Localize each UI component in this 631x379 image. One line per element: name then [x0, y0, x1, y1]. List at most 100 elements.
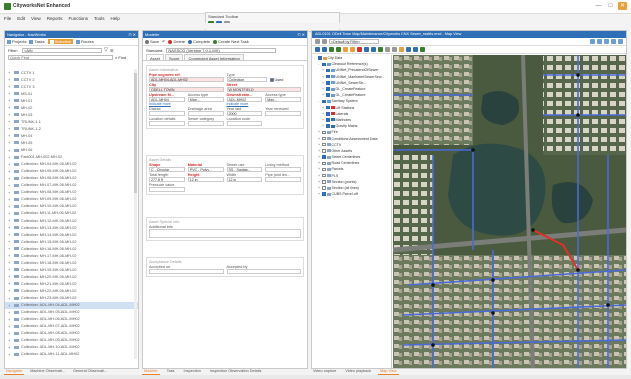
layer-checkbox[interactable] [326, 87, 330, 91]
expand-icon[interactable]: + [8, 140, 12, 145]
tab-selection[interactable]: Selection [47, 39, 74, 44]
find-icon[interactable] [371, 47, 376, 52]
undo-button[interactable]: ↶ [162, 39, 165, 44]
edit-icon[interactable] [399, 47, 404, 52]
scrollbar-thumb[interactable] [134, 73, 137, 193]
expand-icon[interactable]: + [318, 130, 321, 134]
tree-item[interactable]: + Collection: ADL-MH-06-ADL-MH02 [5, 316, 138, 323]
expand-icon[interactable]: - [314, 56, 317, 60]
expand-icon[interactable]: + [8, 260, 12, 265]
layer-checkbox[interactable] [322, 142, 326, 147]
tree-item[interactable]: + Collection: MH-16-MH-06-MH-02 [5, 245, 138, 252]
expand-icon[interactable]: + [8, 119, 12, 124]
expand-icon[interactable]: + [318, 143, 321, 147]
location-code-input[interactable] [226, 121, 263, 126]
tree-item[interactable]: + Collection: MH-22-MH-06-MH-02 [5, 287, 138, 294]
bookmark-icon[interactable] [604, 39, 609, 44]
manhole[interactable] [576, 268, 580, 272]
tree-item[interactable]: + CCTV 3 [5, 83, 138, 90]
filter-select[interactable]: <All> [22, 47, 102, 53]
expand-icon[interactable]: + [322, 124, 325, 128]
expand-icon[interactable]: + [8, 225, 12, 230]
tree-item[interactable]: + Collection: ADL-MH-07-ADL-MH02 [5, 323, 138, 330]
pressure-input[interactable] [149, 187, 185, 192]
menu-file[interactable]: File [4, 16, 11, 21]
layer-checkbox[interactable] [326, 105, 330, 110]
expand-icon[interactable]: + [8, 288, 12, 293]
minimize-button[interactable]: — [594, 2, 603, 10]
expand-icon[interactable]: + [322, 118, 325, 122]
expand-icon[interactable]: + [322, 81, 325, 85]
layer-filter-select[interactable]: <Default by Filter> [329, 39, 379, 44]
tree-item[interactable]: + CCTV 2 [5, 76, 138, 83]
manhole[interactable] [471, 148, 475, 152]
tree-item[interactable]: + MH-06 [5, 147, 138, 154]
tree-item[interactable]: + Collection: MH-06-MH-06-MH-02 [5, 175, 138, 182]
tree-item[interactable]: + Collection: MH-14-MH-06-MH-02 [5, 231, 138, 238]
tree-item[interactable]: + MS-01 [5, 90, 138, 97]
manhole[interactable] [491, 311, 495, 315]
location-details-input[interactable] [149, 121, 185, 126]
photo-icon[interactable] [420, 47, 425, 52]
expand-icon[interactable]: + [8, 310, 12, 315]
layer-checkbox[interactable] [322, 173, 326, 178]
tree-item[interactable]: + Collection: MH-20-MH-06-MH-02 [5, 273, 138, 280]
expand-icon[interactable]: + [8, 253, 12, 258]
tree-item[interactable]: + MH-01 [5, 97, 138, 104]
tree-item[interactable]: + TRUNK-1-1 [5, 118, 138, 125]
aerial-map[interactable] [393, 55, 626, 368]
expand-icon[interactable]: + [8, 91, 12, 96]
sewer-use-select[interactable]: SS - Sanitar... [226, 167, 263, 172]
tab-tasks[interactable]: Tasks [29, 39, 45, 44]
expand-icon[interactable]: + [322, 68, 325, 72]
expand-icon[interactable]: + [8, 190, 12, 195]
expand-icon[interactable]: + [318, 167, 321, 171]
menu-tools[interactable]: Tools [94, 16, 105, 21]
manhole[interactable] [491, 278, 495, 282]
expand-icon[interactable]: + [8, 70, 12, 75]
export-icon[interactable] [618, 39, 623, 44]
expand-icon[interactable]: + [8, 197, 12, 202]
layer-checkbox[interactable] [322, 136, 326, 141]
used-checkbox[interactable]: Used [269, 77, 283, 82]
tree-item[interactable]: + Collection: MH-10-MH-06-MH-02 [5, 203, 138, 210]
shape-select[interactable]: C - Circular [149, 167, 185, 172]
select-icon[interactable] [350, 47, 355, 52]
expand-icon[interactable]: + [8, 246, 12, 251]
tree-item[interactable]: + Collection: ADL-MH-09-ADL-MH02 [5, 337, 138, 344]
tree-item[interactable]: + Collection: MH-04-MH-06-MH-02 [5, 161, 138, 168]
year-laid-input[interactable]: 2000 [226, 111, 263, 116]
expand-icon[interactable]: + [318, 180, 321, 184]
expand-icon[interactable]: + [8, 232, 12, 237]
filter-funnel-icon[interactable]: ▽ [104, 47, 108, 53]
tree-item[interactable]: + Collection: MH-17-MH-06-MH-02 [5, 252, 138, 259]
zoom-out-icon[interactable] [322, 47, 327, 52]
tree-item[interactable]: + Fact001-MH-002-MH-02 [5, 154, 138, 161]
tree-item[interactable]: + Collection: ADL-MH-08-ADL-MH02 [5, 330, 138, 337]
layer-checkbox[interactable] [322, 167, 326, 172]
accepted-by-input[interactable] [226, 269, 301, 274]
expand-icon[interactable]: + [318, 155, 321, 159]
expand-icon[interactable]: + [8, 218, 12, 223]
expand-icon[interactable]: + [8, 126, 12, 131]
standard-select[interactable]: NASSCO (Version 7.0.1-MX) [166, 47, 277, 53]
expand-icon[interactable]: + [8, 148, 12, 153]
expand-icon[interactable]: + [8, 345, 12, 350]
identify-icon[interactable] [343, 47, 348, 52]
expand-icon[interactable]: + [8, 105, 12, 110]
expand-icon[interactable]: + [8, 133, 12, 138]
expand-icon[interactable]: + [8, 267, 12, 272]
expand-icon[interactable]: + [8, 183, 12, 188]
pin-icon[interactable]: ⊓ ✕ [128, 31, 136, 38]
expand-icon[interactable]: + [318, 149, 321, 153]
district-input[interactable] [149, 111, 185, 116]
tree-item[interactable]: + Collection: MH-23-MH-06-MH-02 [5, 295, 138, 302]
menu-functions[interactable]: Functions [68, 16, 88, 21]
tree-item[interactable]: + Collection: MH-13-MH-06-MH-02 [5, 224, 138, 231]
layer-checkbox[interactable] [326, 74, 330, 79]
tree-item[interactable]: + Collection: MH-11-MH-06-MH-02 [5, 210, 138, 217]
year-renewed-input[interactable] [265, 111, 301, 116]
expand-icon[interactable]: - [318, 99, 321, 103]
layer-checkbox[interactable] [322, 62, 326, 67]
layer-checkbox[interactable] [326, 112, 330, 116]
